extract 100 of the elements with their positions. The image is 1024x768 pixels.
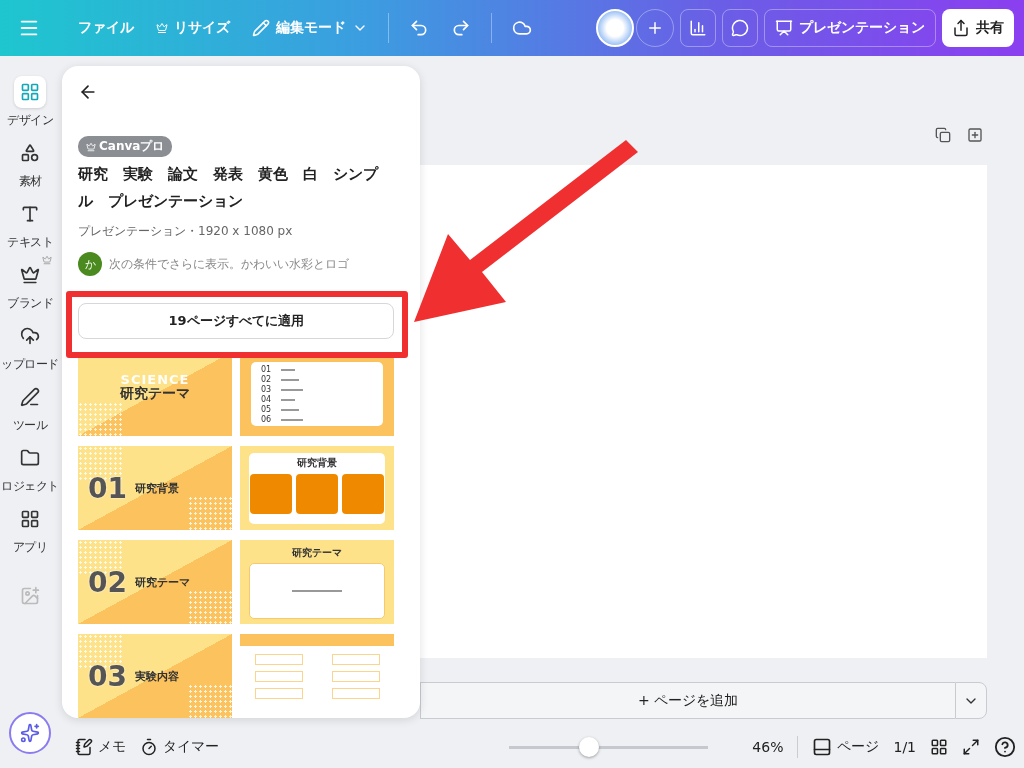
slide-title: 実験内容	[134, 668, 179, 684]
share-button[interactable]: 共有	[942, 9, 1014, 47]
present-button[interactable]: プレゼンテーション	[764, 9, 936, 47]
slide-title: 研究テーマ	[134, 574, 190, 590]
card-shape	[250, 473, 292, 514]
magic-button[interactable]	[9, 712, 51, 754]
grid-view-button[interactable]	[930, 738, 948, 756]
comment-button[interactable]	[722, 9, 758, 47]
sidebar-item[interactable]: ブランド	[0, 259, 60, 312]
dot-pattern	[188, 684, 232, 718]
box-shape	[254, 671, 303, 682]
slide-title: 研究背景	[297, 455, 337, 470]
dot-pattern	[188, 496, 232, 530]
text-line	[281, 408, 300, 411]
chart-icon	[689, 19, 707, 37]
sidebar-item[interactable]: デザイン	[0, 76, 60, 129]
chart-button[interactable]	[680, 9, 716, 47]
timer-icon	[140, 738, 158, 756]
template-title: 研究 実験 論文 発表 黄色 白 シンプル プレゼンテーション	[78, 164, 380, 212]
zoom-reading: 46%	[752, 739, 784, 755]
slide-watermark: SCIENCE	[120, 372, 190, 387]
slide-number: 04	[261, 395, 272, 404]
crown-icon	[156, 22, 168, 34]
slide-title: 研究背景	[134, 480, 179, 496]
text-line	[281, 368, 296, 371]
text-line	[281, 418, 304, 421]
card-shape	[296, 473, 338, 514]
help-icon	[994, 736, 1016, 758]
dot-pattern	[78, 402, 122, 436]
slide-title: 研究テーマ	[292, 545, 342, 560]
dropdown-button[interactable]	[955, 682, 987, 719]
notes-icon	[75, 738, 93, 756]
sidebar-item[interactable]: ップロード	[0, 320, 60, 373]
expand-icon	[962, 738, 980, 756]
text-line	[281, 398, 296, 401]
user-avatar[interactable]	[596, 9, 634, 47]
slide-thumbnail[interactable]: 01 研究背景	[78, 446, 232, 530]
notes-button[interactable]: メモ	[75, 738, 126, 756]
grid-icon	[20, 509, 40, 529]
slide-number: 03	[261, 385, 272, 394]
sidebar-item[interactable]: 素材	[0, 137, 60, 190]
sidebar-item[interactable]: アプリ	[0, 503, 60, 556]
slide-title: 研究テーマ	[120, 385, 190, 403]
text-line	[281, 378, 300, 381]
slide-number: 01	[261, 365, 272, 374]
slide-number: 01	[88, 471, 127, 505]
timer-button[interactable]: タイマー	[140, 738, 219, 756]
pencil-icon	[252, 19, 270, 37]
plus-icon	[646, 19, 664, 37]
author-avatar: か	[78, 252, 102, 276]
box-shape	[254, 654, 303, 665]
apply-button[interactable]: 19ページすべてに適用	[78, 303, 394, 339]
comment-icon	[731, 19, 749, 37]
slide-number: 06	[261, 415, 272, 424]
grid-icon	[930, 738, 948, 756]
dot-pattern	[188, 590, 232, 624]
shapes-icon	[20, 143, 40, 163]
fullscreen-button[interactable]	[962, 738, 980, 756]
duplicate-icon[interactable]	[935, 127, 951, 143]
canvas-page[interactable]	[420, 165, 987, 658]
slide-thumbnail[interactable]: 03 実験内容	[78, 634, 232, 718]
sidebar-item[interactable]: ツール	[0, 381, 60, 434]
box-shape	[331, 671, 380, 682]
box-shape	[331, 688, 380, 699]
crown-icon	[42, 255, 52, 265]
pages-button[interactable]: ページ	[812, 737, 880, 757]
sidebar-item[interactable]: テキスト	[0, 198, 60, 251]
add-page-button[interactable]: + ページを追加	[420, 682, 955, 719]
pages-icon	[812, 737, 833, 757]
text-line	[281, 388, 304, 391]
text-line	[292, 589, 342, 592]
cloud-icon	[512, 18, 532, 38]
crown-icon	[86, 141, 96, 152]
pen-icon	[20, 387, 40, 407]
slide-thumbnail[interactable]: 02 研究テーマ	[78, 540, 232, 624]
card-shape	[342, 473, 384, 514]
redo-icon	[451, 18, 471, 38]
folder-icon	[20, 448, 40, 468]
slide-thumbnail[interactable]: 研究テーマ	[240, 540, 394, 624]
box-shape	[331, 654, 380, 665]
share-icon	[952, 19, 970, 37]
screen-icon	[775, 19, 793, 37]
slide-number: 02	[88, 565, 127, 599]
sidebar-item[interactable]: ロジェクト	[0, 442, 60, 495]
cloud-upload-icon	[20, 326, 40, 346]
text-icon	[20, 204, 40, 224]
undo-icon	[409, 18, 429, 38]
slider-thumb[interactable]	[578, 737, 599, 757]
box-shape	[254, 688, 303, 699]
author-link[interactable]: 次の条件でさらに表示。かわいい水彩とロゴ	[109, 255, 349, 273]
sparkle-icon	[20, 723, 40, 743]
crown-icon	[20, 265, 40, 285]
slide-number: 03	[88, 659, 127, 693]
layout-icon	[20, 82, 40, 102]
help-button[interactable]	[994, 736, 1016, 758]
add-icon[interactable]	[967, 127, 983, 143]
template-meta: プレゼンテーション・1920 x 1080 px	[78, 223, 294, 240]
slide-thumbnail[interactable]: 研究背景	[240, 446, 394, 530]
slide-number: 02	[261, 375, 272, 384]
page-count: 1/1	[893, 739, 916, 755]
